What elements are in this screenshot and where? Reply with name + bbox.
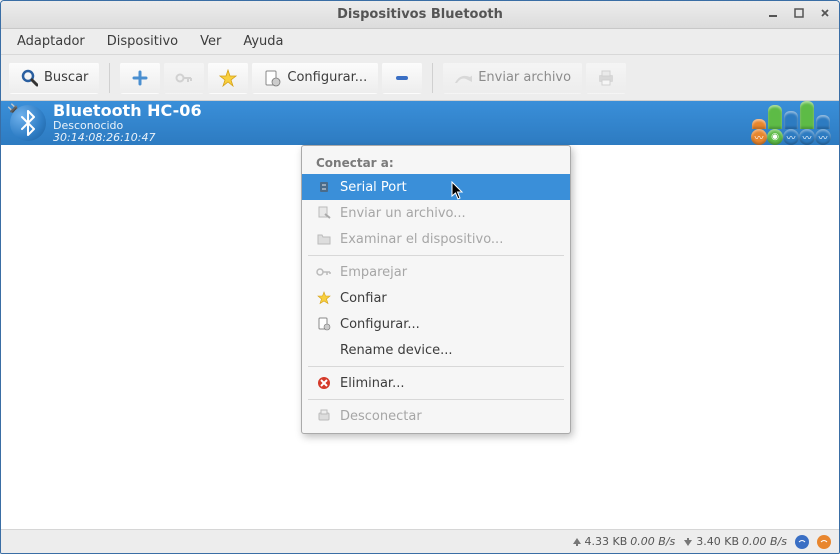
download-total: 3.40 KB	[696, 535, 739, 548]
separator	[432, 63, 433, 93]
ctx-pair-label: Emparejar	[340, 265, 407, 280]
device-info: Bluetooth HC-06 Desconocido 30:14:08:26:…	[53, 102, 202, 144]
ctx-disconnect-label: Desconectar	[340, 409, 422, 424]
disconnect-icon	[316, 408, 332, 424]
separator	[308, 366, 564, 367]
ctx-configure-label: Configurar...	[340, 317, 420, 332]
ctx-rename-label: Rename device...	[340, 343, 453, 358]
status-dot-blue	[795, 535, 809, 549]
star-icon	[316, 290, 332, 306]
close-button[interactable]	[817, 5, 833, 21]
search-label: Buscar	[44, 70, 88, 85]
app-window: Dispositivos Bluetooth Adaptador Disposi…	[0, 0, 840, 554]
star-icon	[219, 69, 237, 87]
arrow-up-icon	[572, 537, 582, 547]
document-gear-icon	[316, 316, 332, 332]
printer-icon	[597, 69, 615, 87]
minus-icon	[393, 69, 411, 87]
send-icon	[454, 69, 472, 87]
download-rate: 0.00 B/s	[742, 535, 787, 548]
menu-adaptador[interactable]: Adaptador	[7, 31, 95, 52]
configure-label: Configurar...	[287, 70, 367, 85]
ctx-rename[interactable]: Rename device...	[302, 337, 570, 363]
plus-icon	[131, 69, 149, 87]
ctx-serial-port-label: Serial Port	[340, 180, 407, 195]
remove-button[interactable]	[382, 62, 422, 94]
status-dot-orange	[817, 535, 831, 549]
delete-icon	[316, 375, 332, 391]
blank-icon	[316, 342, 332, 358]
titlebar: Dispositivos Bluetooth	[1, 1, 839, 29]
stat-upload: 4.33 KB 0.00 B/s	[572, 535, 676, 548]
bluetooth-icon: 🔌	[7, 103, 47, 143]
upload-rate: 0.00 B/s	[630, 535, 675, 548]
stat-download: 3.40 KB 0.00 B/s	[683, 535, 787, 548]
send-file-label: Enviar archivo	[478, 70, 571, 85]
ctx-trust[interactable]: Confiar	[302, 285, 570, 311]
document-gear-icon	[263, 69, 281, 87]
send-file-button[interactable]: Enviar archivo	[443, 62, 582, 94]
print-button[interactable]	[586, 62, 626, 94]
menubar: Adaptador Dispositivo Ver Ayuda	[1, 29, 839, 55]
arrow-down-icon	[683, 537, 693, 547]
ctx-pair[interactable]: Emparejar	[302, 259, 570, 285]
signal-indicator: 〰 ◉ 〰 〰 〰	[751, 101, 839, 145]
device-mac: 30:14:08:26:10:47	[53, 132, 202, 144]
serial-port-icon	[316, 179, 332, 195]
ctx-send-file[interactable]: Enviar un archivo...	[302, 200, 570, 226]
ctx-disconnect[interactable]: Desconectar	[302, 403, 570, 429]
key-icon	[316, 264, 332, 280]
ctx-trust-label: Confiar	[340, 291, 387, 306]
ctx-delete[interactable]: Eliminar...	[302, 370, 570, 396]
search-button[interactable]: Buscar	[9, 62, 99, 94]
menu-ayuda[interactable]: Ayuda	[233, 31, 293, 52]
add-button[interactable]	[120, 62, 160, 94]
statusbar: 4.33 KB 0.00 B/s 3.40 KB 0.00 B/s	[1, 529, 839, 553]
pair-key-button[interactable]	[164, 62, 204, 94]
search-icon	[20, 69, 38, 87]
ctx-configure[interactable]: Configurar...	[302, 311, 570, 337]
window-title: Dispositivos Bluetooth	[337, 7, 503, 22]
configure-button[interactable]: Configurar...	[252, 62, 378, 94]
toolbar: Buscar Configurar...	[1, 55, 839, 101]
main-area: Conectar a: Serial Port Enviar un archiv…	[1, 145, 839, 529]
send-file-icon	[316, 205, 332, 221]
separator	[308, 399, 564, 400]
upload-total: 4.33 KB	[585, 535, 628, 548]
device-name: Bluetooth HC-06	[53, 102, 202, 120]
minimize-button[interactable]	[765, 5, 781, 21]
menu-dispositivo[interactable]: Dispositivo	[97, 31, 188, 52]
key-icon	[175, 69, 193, 87]
device-row[interactable]: 🔌 Bluetooth HC-06 Desconocido 30:14:08:2…	[1, 101, 839, 145]
separator	[109, 63, 110, 93]
ctx-browse-label: Examinar el dispositivo...	[340, 232, 503, 247]
context-header: Conectar a:	[302, 150, 570, 174]
device-list: 🔌 Bluetooth HC-06 Desconocido 30:14:08:2…	[1, 101, 839, 145]
context-menu: Conectar a: Serial Port Enviar un archiv…	[301, 145, 571, 434]
ctx-serial-port[interactable]: Serial Port	[302, 174, 570, 200]
ctx-send-file-label: Enviar un archivo...	[340, 206, 466, 221]
device-subtitle: Desconocido	[53, 120, 202, 132]
folder-icon	[316, 231, 332, 247]
ctx-browse[interactable]: Examinar el dispositivo...	[302, 226, 570, 252]
maximize-button[interactable]	[791, 5, 807, 21]
menu-ver[interactable]: Ver	[190, 31, 231, 52]
ctx-delete-label: Eliminar...	[340, 376, 404, 391]
trust-button[interactable]	[208, 62, 248, 94]
separator	[308, 255, 564, 256]
